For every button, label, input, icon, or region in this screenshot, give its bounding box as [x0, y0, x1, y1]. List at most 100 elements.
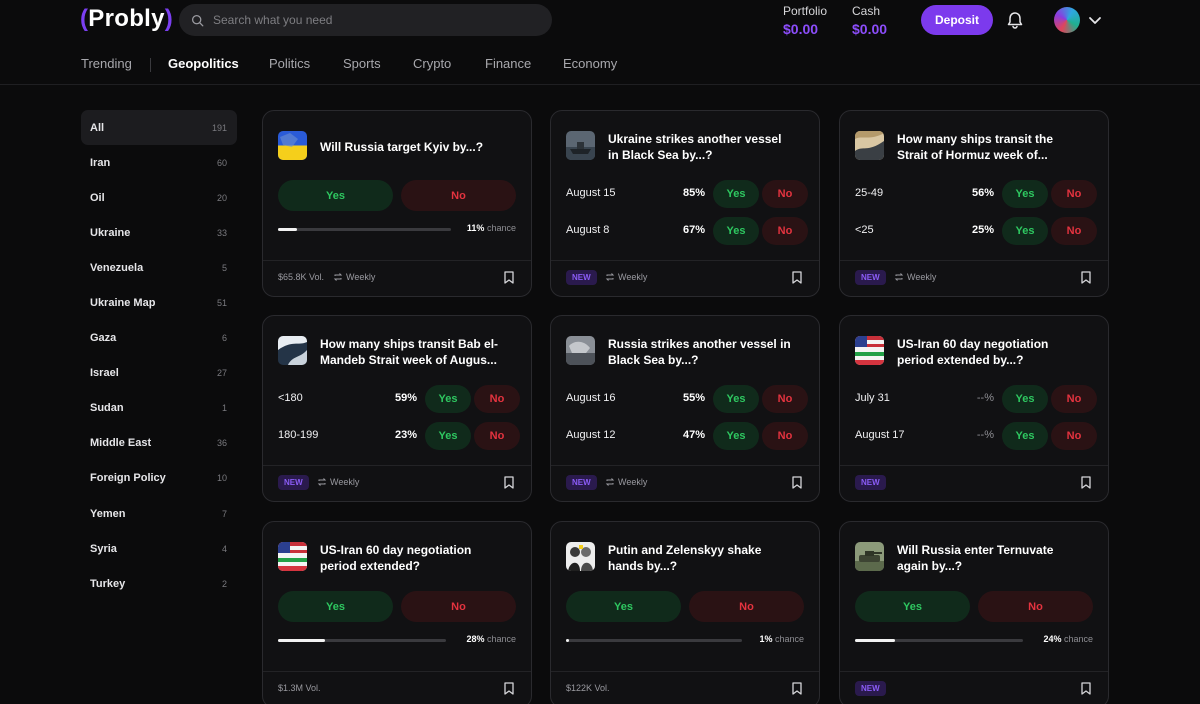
no-button[interactable]: No [978, 591, 1093, 622]
no-button[interactable]: No [1051, 385, 1097, 413]
no-button[interactable]: No [401, 180, 516, 211]
market-card[interactable]: US-Iran 60 day negotiation period extende… [262, 521, 532, 704]
sidebar-item-foreign-policy[interactable]: Foreign Policy 10 [81, 461, 237, 496]
tab-trending[interactable]: Trending [81, 56, 132, 71]
sidebar-item-venezuela[interactable]: Venezuela 5 [81, 250, 237, 285]
chevron-down-icon[interactable] [1088, 13, 1102, 27]
sidebar-item-oil[interactable]: Oil 20 [81, 180, 237, 215]
market-title[interactable]: Ukraine strikes another vessel in Black S… [608, 131, 808, 163]
market-card[interactable]: How many ships transit Bab el- Mandeb Str… [262, 315, 532, 502]
market-card[interactable]: Will Russia enter Ternuvate again by...? … [839, 521, 1109, 704]
tab-politics[interactable]: Politics [269, 56, 310, 71]
bookmark-icon[interactable] [503, 476, 515, 489]
sidebar-item-all[interactable]: All 191 [81, 110, 237, 146]
no-button[interactable]: No [401, 591, 516, 622]
yes-button[interactable]: Yes [1002, 180, 1048, 208]
yes-button[interactable]: Yes [566, 591, 681, 622]
no-button[interactable]: No [689, 591, 804, 622]
market-title[interactable]: Will Russia enter Ternuvate again by...? [897, 542, 1097, 574]
yes-button[interactable]: Yes [713, 217, 759, 245]
cash-stat[interactable]: Cash $0.00 [852, 4, 887, 37]
sidebar-item-ukraine[interactable]: Ukraine 33 [81, 215, 237, 250]
no-button[interactable]: No [762, 385, 808, 413]
market-card[interactable]: Putin and Zelenskyy shake hands by...? Ye… [550, 521, 820, 704]
volume-label: $122K Vol. [566, 683, 610, 693]
market-title[interactable]: US-Iran 60 day negotiation period extende… [320, 542, 520, 574]
bookmark-icon[interactable] [791, 682, 803, 695]
sidebar-item-israel[interactable]: Israel 27 [81, 356, 237, 391]
sidebar-item-sudan[interactable]: Sudan 1 [81, 391, 237, 426]
market-card[interactable]: Will Russia target Kyiv by...? Yes No 11… [262, 110, 532, 297]
sidebar-item-iran[interactable]: Iran 60 [81, 145, 237, 180]
tab-crypto[interactable]: Crypto [413, 56, 451, 71]
outcome-label: August 17 [855, 429, 905, 441]
no-button[interactable]: No [762, 217, 808, 245]
sidebar-item-label: Israel [90, 367, 119, 380]
yes-button[interactable]: Yes [425, 422, 471, 450]
no-button[interactable]: No [1051, 422, 1097, 450]
probly-logo[interactable]: (Probly) [80, 5, 173, 33]
sidebar-item-yemen[interactable]: Yemen 7 [81, 496, 237, 531]
market-title[interactable]: How many ships transit the Strait of Horm… [897, 131, 1097, 163]
bookmark-icon[interactable] [1080, 682, 1092, 695]
search-input[interactable] [213, 13, 533, 27]
sidebar-item-middle-east[interactable]: Middle East 36 [81, 426, 237, 461]
market-card[interactable]: Ukraine strikes another vessel in Black S… [550, 110, 820, 297]
yes-button[interactable]: Yes [713, 385, 759, 413]
tab-sports[interactable]: Sports [343, 56, 381, 71]
sidebar-item-gaza[interactable]: Gaza 6 [81, 321, 237, 356]
yes-button[interactable]: Yes [425, 385, 471, 413]
yes-button[interactable]: Yes [855, 591, 970, 622]
us-iran-flag-icon [855, 336, 884, 365]
market-title[interactable]: Putin and Zelenskyy shake hands by...? [608, 542, 808, 574]
no-button[interactable]: No [762, 180, 808, 208]
market-card[interactable]: How many ships transit the Strait of Horm… [839, 110, 1109, 297]
yes-button[interactable]: Yes [278, 591, 393, 622]
no-button[interactable]: No [1051, 217, 1097, 245]
market-card[interactable]: US-Iran 60 day negotiation period extende… [839, 315, 1109, 502]
yes-button[interactable]: Yes [278, 180, 393, 211]
bookmark-icon[interactable] [503, 271, 515, 284]
yes-button[interactable]: Yes [713, 180, 759, 208]
search-bar[interactable] [179, 4, 552, 36]
yes-button[interactable]: Yes [1002, 422, 1048, 450]
no-button[interactable]: No [474, 385, 520, 413]
bookmark-icon[interactable] [791, 271, 803, 284]
yes-button[interactable]: Yes [713, 422, 759, 450]
user-avatar[interactable] [1054, 7, 1080, 33]
market-title[interactable]: US-Iran 60 day negotiation period extende… [897, 336, 1097, 368]
sidebar-item-turkey[interactable]: Turkey 2 [81, 566, 237, 601]
new-badge: NEW [566, 475, 597, 490]
yes-button[interactable]: Yes [1002, 385, 1048, 413]
yes-button[interactable]: Yes [1002, 217, 1048, 245]
market-title[interactable]: Will Russia target Kyiv by...? [320, 139, 520, 155]
sidebar-item-count: 20 [216, 192, 227, 203]
no-button[interactable]: No [1051, 180, 1097, 208]
sidebar-item-ukraine-map[interactable]: Ukraine Map 51 [81, 285, 237, 320]
new-badge: NEW [855, 681, 886, 696]
no-button[interactable]: No [474, 422, 520, 450]
portfolio-stat[interactable]: Portfolio $0.00 [783, 4, 827, 37]
tab-economy[interactable]: Economy [563, 56, 617, 71]
bookmark-icon[interactable] [503, 682, 515, 695]
sidebar-item-syria[interactable]: Syria 4 [81, 531, 237, 566]
bookmark-icon[interactable] [1080, 476, 1092, 489]
outcome-percent: 67% [682, 224, 705, 236]
outcome-percent: --% [976, 429, 994, 441]
market-title[interactable]: How many ships transit Bab el- Mandeb Str… [320, 336, 520, 368]
card-footer: $122K Vol. [551, 671, 819, 704]
putin-zelenskyy-photo-icon [566, 542, 595, 571]
market-title[interactable]: Russia strikes another vessel in Black Se… [608, 336, 808, 368]
chance-readout: 24% chance [1043, 634, 1093, 644]
no-button[interactable]: No [762, 422, 808, 450]
market-card[interactable]: Russia strikes another vessel in Black Se… [550, 315, 820, 502]
tab-finance[interactable]: Finance [485, 56, 531, 71]
outcome-percent: 85% [682, 187, 705, 199]
bookmark-icon[interactable] [791, 476, 803, 489]
deposit-button[interactable]: Deposit [921, 5, 993, 35]
weekly-tag: Weekly [605, 477, 647, 487]
bell-icon[interactable] [1005, 10, 1025, 30]
sidebar-item-count: 10 [216, 473, 227, 484]
tab-geopolitics[interactable]: Geopolitics [168, 56, 239, 71]
bookmark-icon[interactable] [1080, 271, 1092, 284]
